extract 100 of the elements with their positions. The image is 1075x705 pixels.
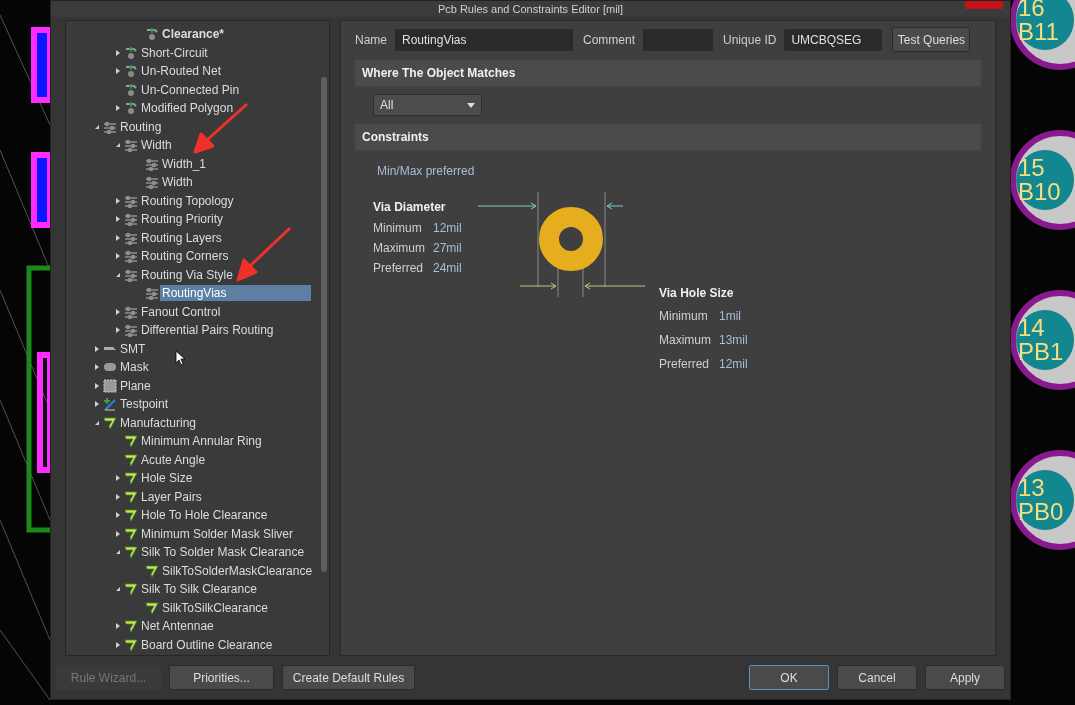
constraint-label: Preferred bbox=[373, 261, 425, 275]
constraint-value[interactable]: 24mil bbox=[433, 261, 462, 275]
tree-item[interactable]: Routing Topology bbox=[139, 192, 236, 209]
tree-item[interactable]: Width bbox=[160, 174, 195, 191]
tree-item[interactable]: Mask bbox=[118, 359, 151, 376]
constraint-label: Maximum bbox=[373, 241, 425, 255]
tree-item[interactable]: SilkToSolderMaskClearance bbox=[160, 562, 315, 579]
tree-item[interactable]: SilkToSilkClearance bbox=[160, 599, 271, 616]
comment-label: Comment bbox=[583, 32, 636, 47]
via-hole-size-title: Via Hole Size bbox=[659, 286, 735, 300]
pad-number: 15 bbox=[1018, 156, 1045, 180]
tree-item[interactable]: Hole Size bbox=[139, 470, 195, 487]
tree-item[interactable]: Differential Pairs Routing bbox=[139, 322, 276, 339]
tree-item[interactable]: Silk To Silk Clearance bbox=[139, 581, 259, 598]
unique-id-label: Unique ID bbox=[723, 32, 777, 47]
routing-rule-icon bbox=[124, 267, 138, 282]
routing-rule-icon bbox=[124, 249, 138, 264]
pad-number: 14 bbox=[1018, 316, 1045, 340]
tree-item[interactable]: Testpoint bbox=[118, 396, 171, 413]
tree-item[interactable]: Width bbox=[139, 137, 174, 154]
mouse-cursor-icon bbox=[175, 350, 185, 366]
manufacturing-rule-icon bbox=[145, 563, 159, 578]
pad-number: 16 bbox=[1018, 0, 1045, 20]
clearance-rule-icon bbox=[124, 64, 138, 79]
name-field[interactable]: RoutingVias bbox=[395, 28, 573, 51]
pad-number: 13 bbox=[1018, 476, 1045, 500]
pad-name: B10 bbox=[1018, 180, 1061, 204]
clearance-rule-icon bbox=[124, 82, 138, 97]
manufacturing-rule-icon bbox=[124, 526, 138, 541]
tree-item[interactable]: Un-Connected Pin bbox=[139, 81, 242, 98]
tree-item[interactable]: Acute Angle bbox=[139, 451, 208, 468]
tree-item[interactable]: Minimum Solder Mask Sliver bbox=[139, 525, 296, 542]
routing-rule-icon bbox=[124, 230, 138, 245]
clearance-rule-icon bbox=[124, 101, 138, 116]
routing-rule-icon bbox=[124, 193, 138, 208]
manufacturing-rule-icon bbox=[124, 582, 138, 597]
dialog-button[interactable]: Priorities... bbox=[169, 665, 274, 690]
dialog-button[interactable]: Apply bbox=[925, 665, 1005, 690]
constraint-value[interactable]: 12mil bbox=[433, 221, 462, 235]
clearance-rule-icon bbox=[124, 45, 138, 60]
tree-item[interactable]: Manufacturing bbox=[118, 414, 199, 431]
manufacturing-rule-icon bbox=[124, 508, 138, 523]
tree-item[interactable]: Un-Routed Net bbox=[139, 63, 224, 80]
tree-item[interactable]: RoutingVias bbox=[160, 285, 311, 302]
manufacturing-rule-icon bbox=[124, 434, 138, 449]
tree-item[interactable]: Routing Corners bbox=[139, 248, 231, 265]
constraint-label: Minimum bbox=[373, 221, 423, 235]
constraint-label: Preferred bbox=[659, 357, 711, 371]
constraint-value[interactable]: 27mil bbox=[433, 241, 462, 255]
tree-item[interactable]: Short-Circuit bbox=[139, 44, 210, 61]
manufacturing-rule-icon bbox=[124, 637, 138, 652]
section-header: Constraints bbox=[355, 124, 981, 150]
tree-item[interactable]: Routing Via Style bbox=[139, 266, 235, 283]
routing-rule-icon bbox=[124, 323, 138, 338]
tree-item[interactable]: Modified Polygon bbox=[139, 100, 236, 117]
constraint-label: Minimum bbox=[659, 309, 709, 323]
routing-rule-icon bbox=[124, 138, 138, 153]
tree-item[interactable]: SMT bbox=[118, 340, 148, 357]
tree-item[interactable]: Layer Pairs bbox=[139, 488, 204, 505]
pad-name: B11 bbox=[1018, 20, 1059, 44]
tree-item[interactable]: Width_1 bbox=[160, 155, 209, 172]
routing-rule-icon bbox=[103, 119, 117, 134]
annotation-arrow bbox=[236, 226, 292, 282]
tree-item[interactable]: Minimum Annular Ring bbox=[139, 433, 264, 450]
manufacturing-rule-icon bbox=[124, 471, 138, 486]
tree-item[interactable]: Net Antennae bbox=[139, 618, 216, 635]
window-title: Pcb Rules and Constraints Editor [mil] bbox=[437, 3, 624, 15]
dialog-button[interactable]: OK bbox=[749, 665, 829, 690]
manufacturing-rule-icon bbox=[124, 452, 138, 467]
section-header: Where The Object Matches bbox=[355, 60, 981, 86]
constraint-label: Maximum bbox=[659, 333, 711, 347]
constraint-mode-text: Min/Max preferred bbox=[377, 164, 476, 178]
constraint-value[interactable]: 12mil bbox=[719, 357, 748, 371]
tree-item[interactable]: Silk To Solder Mask Clearance bbox=[139, 544, 307, 561]
test-queries-button[interactable]: Test Queries bbox=[892, 27, 971, 52]
tree-item[interactable]: Hole To Hole Clearance bbox=[139, 507, 270, 524]
manufacturing-rule-icon bbox=[124, 619, 138, 634]
unique-id-field[interactable]: UMCBQSEG bbox=[784, 28, 883, 51]
tree-item[interactable]: Routing Priority bbox=[139, 211, 226, 228]
pad-name: PB0 bbox=[1018, 500, 1064, 524]
tree-item[interactable]: Routing bbox=[118, 118, 164, 135]
routing-rule-icon bbox=[145, 286, 159, 301]
constraint-value[interactable]: 13mil bbox=[719, 333, 748, 347]
routing-rule-icon bbox=[145, 175, 159, 190]
tree-item[interactable]: Plane bbox=[118, 377, 153, 394]
routing-rule-icon bbox=[145, 156, 159, 171]
tree-item[interactable]: Fanout Control bbox=[139, 303, 223, 320]
clearance-rule-icon bbox=[145, 27, 159, 42]
tree-item[interactable]: Board Outline Clearance bbox=[139, 636, 275, 653]
routing-rule-icon bbox=[124, 304, 138, 319]
manufacturing-rule-icon bbox=[103, 415, 117, 430]
tree-item[interactable]: Routing Layers bbox=[139, 229, 224, 246]
dropdown-caret-icon bbox=[467, 102, 475, 108]
constraint-value[interactable]: 1mil bbox=[719, 309, 741, 323]
pad-name: PB1 bbox=[1018, 340, 1064, 364]
dialog-button[interactable]: Create Default Rules bbox=[282, 665, 415, 690]
dialog-button[interactable]: Cancel bbox=[837, 665, 917, 690]
name-label: Name bbox=[355, 32, 387, 47]
scope-dropdown[interactable]: All bbox=[373, 94, 482, 116]
tree-item[interactable]: Clearance* bbox=[160, 26, 227, 43]
